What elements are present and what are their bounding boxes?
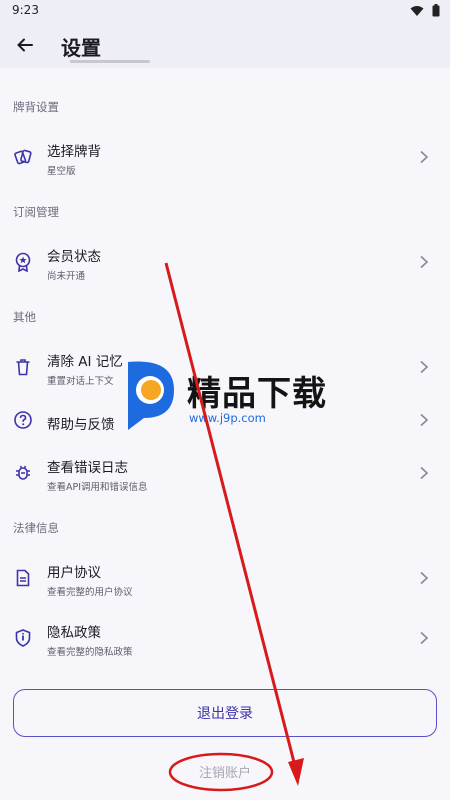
row-subtitle: 尚未开通 <box>47 271 86 282</box>
row-title: 清除 AI 记忆 <box>47 354 123 370</box>
chevron-right-icon <box>420 360 429 374</box>
battery-icon <box>432 4 440 17</box>
status-bar: 9:23 <box>0 0 450 22</box>
member-badge-icon <box>15 252 31 272</box>
trash-icon <box>16 359 30 376</box>
status-time: 9:23 <box>12 3 39 17</box>
document-icon <box>16 569 30 587</box>
help-icon <box>14 411 32 429</box>
section-header-other: 其他 <box>13 310 36 324</box>
row-subtitle: 查看API调用和错误信息 <box>47 482 148 493</box>
setting-item-user-agreement[interactable]: 用户协议 查看完整的用户协议 <box>0 551 450 607</box>
arrow-left-icon <box>17 38 33 52</box>
row-subtitle: 星空版 <box>47 166 76 177</box>
back-button[interactable] <box>10 30 40 60</box>
bug-icon <box>16 465 30 480</box>
logout-label: 退出登录 <box>197 706 253 722</box>
row-subtitle: 查看完整的隐私政策 <box>47 647 133 658</box>
row-title: 帮助与反馈 <box>47 417 115 433</box>
setting-item-error-log[interactable]: 查看错误日志 查看API调用和错误信息 <box>0 446 450 502</box>
section-header-legal: 法律信息 <box>13 521 59 535</box>
chevron-right-icon <box>420 466 429 480</box>
row-subtitle: 查看完整的用户协议 <box>47 587 133 598</box>
setting-item-help-feedback[interactable]: 帮助与反馈 <box>0 393 450 449</box>
setting-item-card-back[interactable]: 选择牌背 星空版 <box>0 130 450 186</box>
row-title: 隐私政策 <box>47 625 101 641</box>
chevron-right-icon <box>420 255 429 269</box>
chevron-right-icon <box>420 571 429 585</box>
cards-icon <box>14 149 32 165</box>
shield-icon <box>15 629 31 647</box>
setting-item-privacy-policy[interactable]: 隐私政策 查看完整的隐私政策 <box>0 611 450 667</box>
row-title: 选择牌背 <box>47 144 101 160</box>
logout-button[interactable]: 退出登录 <box>13 689 437 737</box>
row-title: 会员状态 <box>47 249 101 265</box>
section-header-subscription: 订阅管理 <box>13 205 59 219</box>
chevron-right-icon <box>420 413 429 427</box>
status-icons <box>410 4 440 17</box>
delete-account-link[interactable]: 注销账户 <box>0 762 450 781</box>
chevron-right-icon <box>420 631 429 645</box>
row-title: 查看错误日志 <box>47 460 128 476</box>
setting-item-membership[interactable]: 会员状态 尚未开通 <box>0 235 450 291</box>
chevron-right-icon <box>420 150 429 164</box>
setting-item-clear-ai-memory[interactable]: 清除 AI 记忆 重置对话上下文 <box>0 340 450 396</box>
row-title: 用户协议 <box>47 565 101 581</box>
scrolled-content-remnant <box>70 60 160 68</box>
app-bar: 设置 <box>0 22 450 68</box>
page-title: 设置 <box>61 36 101 60</box>
wifi-icon <box>410 5 424 16</box>
section-header-card-back: 牌背设置 <box>13 100 59 114</box>
row-subtitle: 重置对话上下文 <box>47 376 114 387</box>
